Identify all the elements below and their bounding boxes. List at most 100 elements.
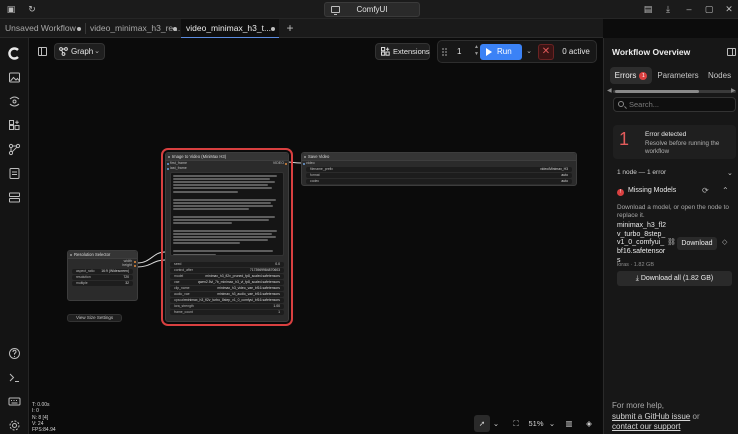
settings-gear-icon[interactable] (8, 419, 21, 432)
widget-label: seed (174, 262, 182, 266)
copy-link-icon[interactable]: ⛓ (667, 238, 676, 246)
tool-chevron-icon[interactable]: ⌄ (490, 415, 502, 432)
tab-video-minimax-re[interactable]: video_minimax_h3_re... (85, 19, 181, 38)
queue-icon[interactable] (8, 191, 21, 204)
tab-parameters[interactable]: Parameters (656, 67, 700, 84)
stepper-arrows-icon[interactable]: ▲ ▼ (474, 44, 479, 58)
run-options-chevron-icon[interactable]: ⌄ (524, 44, 534, 60)
queue-count-value: 1 (457, 47, 462, 56)
input-label: last_frame (170, 166, 187, 170)
input-video[interactable]: video (302, 161, 576, 166)
prompt-textarea[interactable] (170, 172, 284, 256)
keyboard-icon[interactable] (8, 395, 21, 408)
os-title-bar: ▣ ↻ ComfyUI ▤ ⤓ – ▢ ✕ (0, 0, 738, 19)
minimize-icon[interactable]: – (683, 3, 695, 15)
multiple-widget[interactable]: multiple 32 (72, 281, 133, 286)
control-after-widget[interactable]: control_after 7173969984870603 (170, 268, 284, 273)
canvas-tools: ➚ ⌄ ⛶ 51% ⌄ ▥ ◈ (474, 415, 602, 432)
close-panel-icon[interactable] (727, 48, 736, 56)
zoom-level[interactable]: 51% (525, 415, 547, 432)
cancel-run-button[interactable]: ✕ (538, 44, 554, 60)
extensions-button[interactable]: Extensions (375, 43, 430, 60)
resolution-selector-node[interactable]: Resolution Selector width height aspect_… (67, 250, 138, 301)
scroll-right-icon[interactable]: ▶ (731, 87, 736, 94)
model-options-icon[interactable]: ◇ (722, 238, 727, 246)
tab-errors[interactable]: Errors 1 (610, 67, 652, 84)
chat-icon[interactable]: ▤ (642, 3, 654, 15)
format-widget[interactable]: format auto (306, 173, 572, 178)
image-library-icon[interactable] (8, 71, 21, 84)
graph-mode-button[interactable]: Graph ⌄ (54, 43, 105, 60)
github-issue-link[interactable]: submit a GitHub issue (612, 412, 690, 421)
codec-widget[interactable]: codec auto (306, 179, 572, 184)
reload-icon[interactable]: ↻ (26, 3, 38, 15)
fit-view-icon[interactable]: ⛶ (509, 415, 523, 432)
lora-strength-widget[interactable]: lora_strength 1.00 (170, 304, 284, 309)
comfy-logo-icon[interactable] (8, 47, 21, 60)
collapse-summary-icon[interactable]: ⌄ (727, 169, 733, 177)
minimap-icon[interactable]: ▥ (562, 415, 576, 432)
templates-icon[interactable] (8, 167, 21, 180)
link-visibility-icon[interactable]: ◈ (582, 415, 596, 432)
widget-label: resolution (76, 275, 91, 279)
node-title[interactable]: Resolution Selector (68, 251, 137, 259)
terminal-icon[interactable] (8, 371, 21, 384)
scroll-left-icon[interactable]: ◀ (607, 87, 612, 94)
panel-toggle-icon[interactable] (38, 47, 47, 56)
model-size: loras · 1.82 GB (617, 262, 654, 268)
node-title[interactable]: Image to Video (MiniMax H3) (166, 153, 288, 161)
collapse-section-icon[interactable]: ⌃ (722, 186, 729, 195)
close-icon[interactable]: ✕ (723, 3, 735, 15)
contact-support-link[interactable]: contact our support (612, 422, 680, 431)
left-sidebar (0, 38, 29, 434)
select-pointer-icon[interactable]: ➚ (474, 415, 490, 432)
download-icon[interactable]: ⤓ (662, 3, 674, 15)
active-queue-label[interactable]: 0 active (557, 44, 595, 60)
missing-models-section[interactable]: ! Missing Models (617, 187, 676, 196)
tab-video-minimax-t[interactable]: video_minimax_h3_t... (181, 19, 279, 38)
save-video-node[interactable]: Save Video video filename_prefix video/Mi… (301, 152, 577, 186)
audio-vae-widget[interactable]: audio_vae minimax_h3_audio_vae_bf16.safet… (170, 292, 284, 297)
aspect-ratio-widget[interactable]: aspect_ratio 16:9 (Widescreen) (72, 269, 133, 274)
window-title-pill[interactable]: ComfyUI (324, 2, 420, 17)
error-summary-line: 1 node — 1 error (617, 169, 667, 176)
download-all-button[interactable]: ⤓ Download all (1.82 GB) (617, 271, 732, 286)
drag-handle-icon[interactable] (442, 48, 448, 57)
section-title: Missing Models (628, 187, 677, 194)
maximize-icon[interactable]: ▢ (703, 3, 715, 15)
filename-prefix-widget[interactable]: filename_prefix video/Minimax_H3 (306, 167, 572, 172)
tab-nodes[interactable]: Nodes (704, 67, 735, 84)
view-size-settings-group[interactable]: View Size Settings (67, 314, 122, 322)
node-library-icon[interactable] (8, 119, 21, 132)
run-button[interactable]: Run (480, 44, 522, 60)
graph-canvas[interactable]: Graph ⌄ Extensions 1 ▲ ▼ Run ⌄ ✕ 0 active… (29, 38, 602, 434)
refresh-icon[interactable]: ⟳ (702, 186, 709, 195)
zoom-chevron-icon[interactable]: ⌄ (547, 415, 557, 432)
model-widget[interactable]: model minimax_h3_fl2v_pruned_fp8_scaled.s… (170, 274, 284, 279)
resolution-widget[interactable]: resolution 720 (72, 275, 133, 280)
widget-label: lora_strength (174, 304, 194, 308)
seed-widget[interactable]: seed 0.0 (170, 262, 284, 267)
tab-unsaved-workflow[interactable]: Unsaved Workflow (0, 19, 85, 38)
input-last-frame[interactable]: last_frame (166, 166, 288, 171)
search-placeholder: Search... (629, 100, 660, 109)
search-input[interactable]: Search... (613, 97, 736, 112)
frame-count-widget[interactable]: frame_count 1 (170, 310, 284, 315)
sidebar-toggle-icon[interactable]: ▣ (5, 3, 17, 15)
clip-name-widget[interactable]: clip_name minimax_h3_video_vae_bf16.safet… (170, 286, 284, 291)
models-icon[interactable] (8, 95, 21, 108)
unsaved-dot-icon (173, 27, 177, 31)
add-tab-icon[interactable]: + (284, 20, 296, 36)
vae-widget[interactable]: vae qwen2.5vl_7b_minimax_h3_vl_fp8_scaled… (170, 280, 284, 285)
image-to-video-node[interactable]: Image to Video (MiniMax H3) first_frame V… (165, 152, 289, 322)
workflows-icon[interactable] (8, 143, 21, 156)
tabs-scrollbar[interactable] (613, 90, 736, 93)
download-model-button[interactable]: Download (677, 237, 717, 250)
output-height[interactable]: height (68, 263, 137, 268)
error-description: Resolve before running the workflow (645, 140, 720, 155)
upscale-widget[interactable]: upscale minimax_h3_fl2v_turbo_8step_v1_0_… (170, 298, 284, 303)
help-icon[interactable] (8, 347, 21, 360)
widget-label: multiple (76, 281, 88, 285)
node-title[interactable]: Save Video (302, 153, 576, 161)
queue-count-stepper[interactable]: 1 ▲ ▼ (451, 44, 479, 59)
